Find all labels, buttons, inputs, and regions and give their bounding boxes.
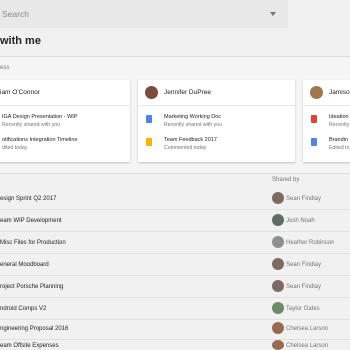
pdf-icon [311, 115, 317, 123]
shared-by-name: Sean Findlay [286, 262, 322, 268]
doc-subtitle: dited today [2, 145, 28, 151]
file-name: eam Offsite Expenses [0, 343, 59, 349]
shared-by-name: Sean Findlay [286, 284, 322, 290]
file-name: eam WIP Development [0, 218, 62, 224]
avatar [272, 322, 284, 334]
shared-by-name: Taylor Oates [286, 306, 320, 312]
doc-subtitle: Commented today [164, 145, 207, 151]
table-header: Shared by [0, 174, 350, 188]
card-doc-item[interactable]: IGA Design Presentation - WIP Recently s… [0, 112, 130, 132]
doc-subtitle: Recently shared with you [2, 122, 60, 128]
avatar [272, 192, 284, 204]
doc-title: otifications Integration Timeline [2, 137, 78, 143]
doc-title: IGA Design Presentation - WIP [2, 114, 78, 120]
avatar [272, 280, 284, 292]
person-card[interactable]: iam O'Connor IGA Design Presentation - W… [0, 80, 130, 162]
card-doc-item[interactable]: otifications Integration Timeline dited … [0, 135, 130, 155]
docs-icon [146, 115, 152, 123]
doc-title: Marketing Working Doc [164, 114, 222, 120]
dropdown-caret-icon[interactable] [270, 12, 276, 16]
table-row[interactable]: ndroid Comps V2 Taylor Oates [0, 298, 350, 320]
card-header: Jamiso [303, 80, 350, 106]
table-row[interactable]: eam WIP Development Josh Noah [0, 210, 350, 232]
file-name: eneral Moodboard [0, 262, 49, 268]
avatar [272, 258, 284, 270]
table-row[interactable]: eneral Moodboard Sean Findlay [0, 254, 350, 276]
avatar [310, 86, 323, 99]
table-row[interactable]: ngineering Proposal 2016 Chelsea Larson [0, 320, 350, 340]
card-header: iam O'Connor [0, 80, 130, 106]
avatar [145, 86, 158, 99]
shared-by-name: Josh Noah [286, 218, 315, 224]
table-row[interactable]: Misc Files for Production Heather Robins… [0, 232, 350, 254]
table-row[interactable]: esign Sprint Q2 2017 Sean Findlay [0, 188, 350, 210]
doc-title: Ideation [329, 114, 349, 120]
section-label: ess [0, 65, 10, 71]
card-header: Jennifer DuPree [138, 80, 295, 106]
file-name: Misc Files for Production [0, 240, 66, 246]
slides-icon [146, 138, 152, 146]
avatar [272, 214, 284, 226]
card-person-name: iam O'Connor [0, 89, 40, 96]
avatar [272, 302, 284, 314]
card-doc-item[interactable]: Team Feedback 2017 Commented today [138, 135, 295, 155]
table-row[interactable]: roject Porsche Planning Sean Findlay [0, 276, 350, 298]
file-name: ngineering Proposal 2016 [0, 326, 69, 332]
search-input[interactable] [0, 0, 260, 28]
shared-by-header[interactable]: Shared by [272, 177, 299, 183]
file-name: ndroid Comps V2 [0, 306, 47, 312]
doc-title: Brandin [329, 137, 348, 143]
file-name: roject Porsche Planning [0, 284, 64, 290]
doc-subtitle: Recently [329, 122, 350, 128]
person-card[interactable]: Jennifer DuPree Marketing Working Doc Re… [138, 80, 295, 162]
shared-by-name: Heather Robinson [286, 240, 335, 246]
shared-by-name: Sean Findlay [286, 196, 322, 202]
search-bar[interactable] [0, 0, 288, 28]
table-row[interactable]: eam Offsite Expenses Chelsea Larson [0, 340, 350, 350]
card-person-name: Jamiso [329, 89, 350, 96]
page-title: with me [0, 35, 41, 47]
person-card[interactable]: Jamiso Ideation Recently Brandin Edited … [303, 80, 350, 162]
card-doc-item[interactable]: Ideation Recently [303, 112, 350, 132]
card-doc-item[interactable]: Marketing Working Doc Recently shared wi… [138, 112, 295, 132]
doc-subtitle: Edited to [329, 145, 350, 151]
doc-subtitle: Recently shared with you [164, 122, 222, 128]
docs-icon [311, 138, 317, 146]
shared-by-name: Chelsea Larson [286, 326, 329, 332]
shared-by-name: Chelsea Larson [286, 343, 329, 349]
file-name: esign Sprint Q2 2017 [0, 196, 57, 202]
doc-title: Team Feedback 2017 [164, 137, 217, 143]
avatar [272, 236, 284, 248]
card-person-name: Jennifer DuPree [164, 89, 211, 96]
avatar [272, 340, 284, 350]
card-doc-item[interactable]: Brandin Edited to [303, 135, 350, 155]
